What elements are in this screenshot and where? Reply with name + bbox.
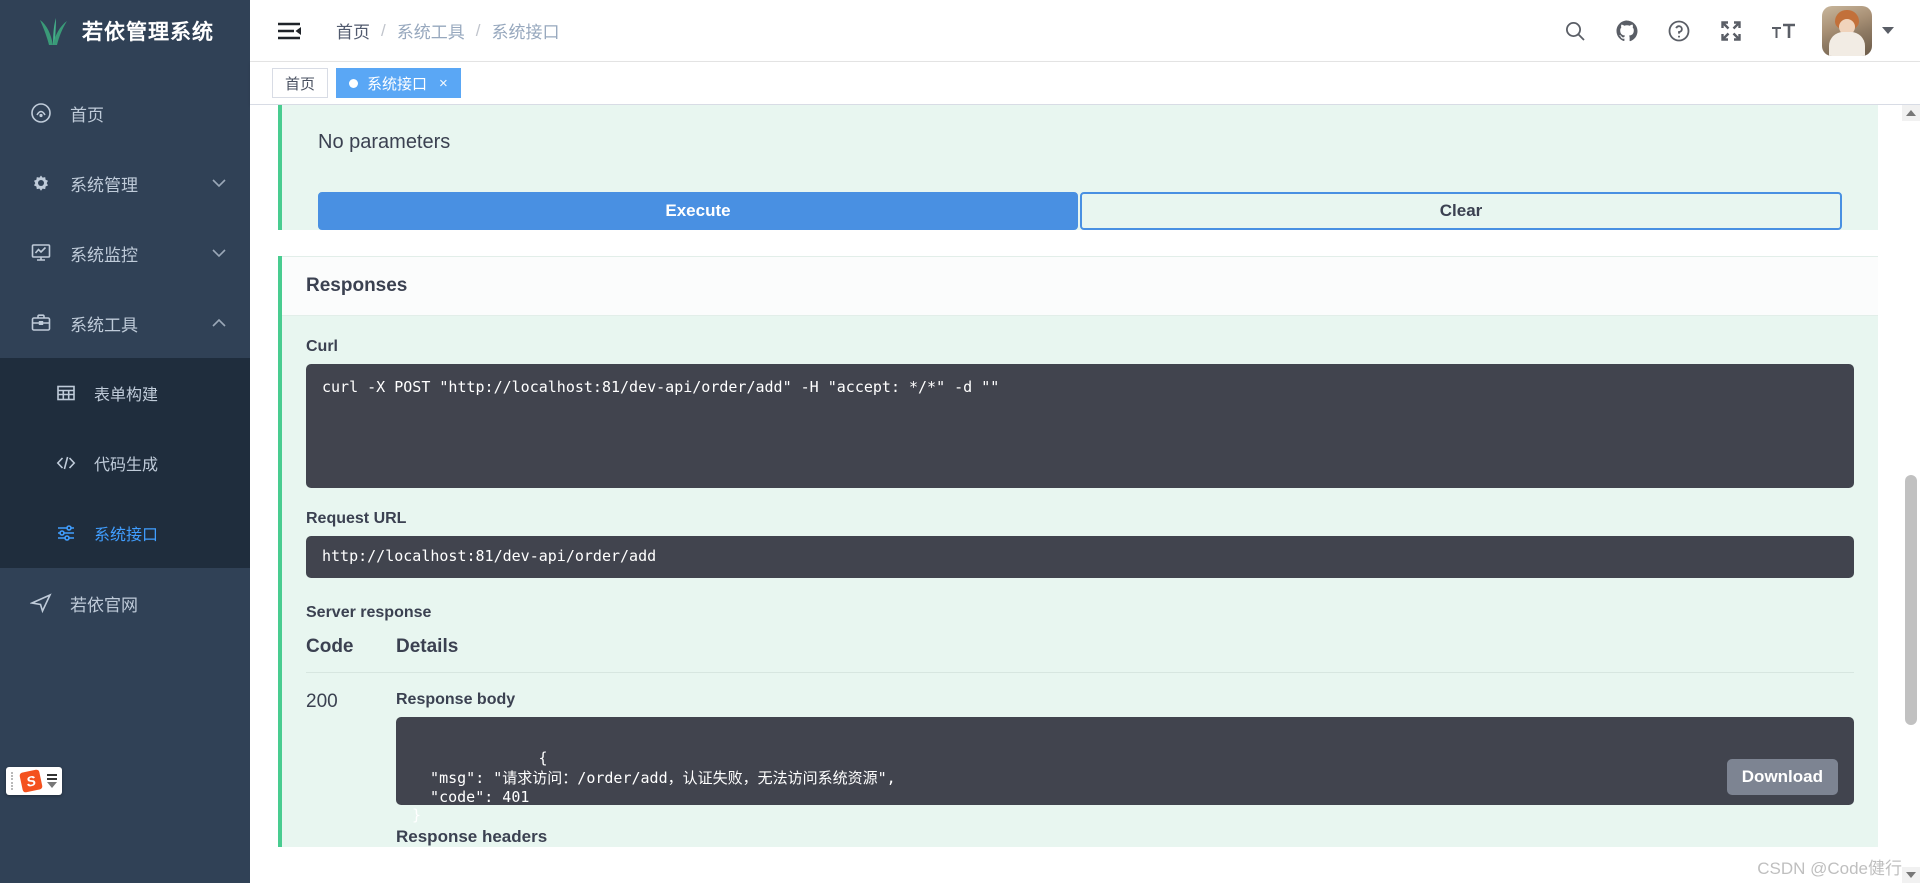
tab-home[interactable]: 首页 bbox=[272, 68, 329, 98]
github-icon[interactable] bbox=[1614, 18, 1640, 44]
keyboard-toggle-icon[interactable] bbox=[47, 774, 57, 788]
monitor-icon bbox=[30, 242, 56, 264]
responses-header-bar: Responses bbox=[278, 256, 1878, 316]
chevron-down-icon bbox=[212, 248, 226, 258]
avatar[interactable] bbox=[1822, 5, 1872, 56]
close-icon[interactable]: × bbox=[439, 76, 448, 91]
sidebar-item-system-tools[interactable]: 系统工具 bbox=[0, 288, 250, 358]
curl-label: Curl bbox=[306, 338, 338, 355]
response-code: 200 bbox=[306, 691, 338, 712]
font-size-icon[interactable] bbox=[1770, 18, 1796, 44]
paper-plane-icon bbox=[30, 592, 56, 614]
briefcase-icon bbox=[30, 312, 56, 334]
request-url-box[interactable]: http://localhost:81/dev-api/order/add bbox=[306, 536, 1854, 578]
chevron-down-icon bbox=[212, 178, 226, 188]
sidebar: 若依管理系统 首页 系统管理 系统监控 系统工具 表单构建 代码生成 系统接口 … bbox=[0, 0, 250, 883]
sogou-input-badge[interactable]: S bbox=[6, 767, 62, 795]
sidebar-item-system-monitor-label: 系统监控 bbox=[70, 245, 138, 265]
table-row: 200 Response body { "msg": "请求访问：/order/… bbox=[306, 673, 1854, 847]
curl-command-text: curl -X POST "http://localhost:81/dev-ap… bbox=[322, 378, 1000, 396]
execute-button[interactable]: Execute bbox=[318, 192, 1078, 230]
sidebar-item-ruoyi-website-label: 若依官网 bbox=[70, 595, 138, 615]
response-table: Code Details 200 Response body { "msg": … bbox=[306, 636, 1854, 847]
curl-command-box[interactable]: curl -X POST "http://localhost:81/dev-ap… bbox=[306, 364, 1854, 488]
active-tab-dot-icon bbox=[349, 78, 359, 88]
top-header: 首页 / 系统工具 / 系统接口 bbox=[250, 0, 1920, 62]
drag-handle-icon[interactable] bbox=[11, 772, 15, 790]
breadcrumb-separator: / bbox=[381, 20, 386, 40]
responses-body: Curl curl -X POST "http://localhost:81/d… bbox=[278, 316, 1878, 847]
tags-view: 首页 系统接口 × bbox=[250, 62, 1920, 105]
sogou-logo-icon[interactable]: S bbox=[19, 769, 43, 793]
hamburger-icon[interactable] bbox=[276, 21, 302, 41]
tab-system-interface-label: 系统接口 bbox=[367, 75, 428, 93]
breadcrumb-item-0[interactable]: 首页 bbox=[336, 18, 370, 43]
fullscreen-icon[interactable] bbox=[1718, 18, 1744, 44]
sidebar-item-system-interface-label: 系统接口 bbox=[94, 527, 159, 544]
execute-button-row: Execute Clear bbox=[318, 192, 1842, 230]
scroll-up-arrow-icon[interactable] bbox=[1902, 105, 1920, 121]
response-table-header: Code Details bbox=[306, 636, 1854, 673]
responses-title: Responses bbox=[306, 275, 408, 296]
sidebar-item-form-builder-label: 表单构建 bbox=[94, 387, 159, 404]
sidebar-item-system-management-label: 系统管理 bbox=[70, 175, 138, 195]
sidebar-item-ruoyi-website[interactable]: 若依官网 bbox=[0, 568, 250, 638]
help-icon[interactable] bbox=[1666, 18, 1692, 44]
sidebar-logo[interactable]: 若依管理系统 bbox=[0, 0, 250, 62]
response-body-text: { "msg": "请求访问：/order/add，认证失败，无法访问系统资源"… bbox=[412, 749, 896, 824]
grass-logo-icon bbox=[36, 16, 70, 46]
scroll-down-arrow-icon[interactable] bbox=[1902, 867, 1920, 883]
column-header-code: Code bbox=[306, 636, 354, 657]
sidebar-item-form-builder[interactable]: 表单构建 bbox=[0, 358, 250, 428]
sidebar-item-system-interface[interactable]: 系统接口 bbox=[0, 498, 250, 568]
sidebar-item-system-management[interactable]: 系统管理 bbox=[0, 148, 250, 218]
chevron-down-icon[interactable] bbox=[1882, 27, 1894, 34]
code-icon bbox=[56, 453, 80, 473]
main-content: No parameters Execute Clear Responses Cu… bbox=[250, 105, 1920, 883]
download-button[interactable]: Download bbox=[1726, 759, 1838, 795]
table-icon bbox=[56, 383, 80, 403]
dashboard-icon bbox=[30, 102, 56, 124]
sidebar-item-home-label: 首页 bbox=[70, 105, 104, 125]
request-url-text: http://localhost:81/dev-api/order/add bbox=[322, 547, 657, 565]
column-header-details: Details bbox=[396, 636, 459, 657]
sidebar-item-system-monitor[interactable]: 系统监控 bbox=[0, 218, 250, 288]
sidebar-item-code-generation-label: 代码生成 bbox=[94, 457, 159, 474]
sidebar-menu: 首页 系统管理 系统监控 系统工具 表单构建 代码生成 系统接口 若依官网 bbox=[0, 62, 250, 638]
sliders-icon bbox=[56, 523, 80, 543]
sidebar-submenu-system-tools: 表单构建 代码生成 系统接口 bbox=[0, 358, 250, 568]
swagger-scroll-area: No parameters Execute Clear Responses Cu… bbox=[250, 105, 1902, 883]
clear-button[interactable]: Clear bbox=[1080, 192, 1842, 230]
no-parameters-text: No parameters bbox=[318, 131, 451, 153]
response-body-label: Response body bbox=[396, 691, 516, 708]
execute-section: No parameters Execute Clear bbox=[278, 105, 1878, 230]
response-body-box[interactable]: { "msg": "请求访问：/order/add，认证失败，无法访问系统资源"… bbox=[396, 717, 1854, 824]
response-details: Response body { "msg": "请求访问：/order/add，… bbox=[396, 691, 1854, 847]
vertical-scrollbar[interactable] bbox=[1902, 105, 1920, 883]
request-url-label: Request URL bbox=[306, 510, 407, 527]
tab-home-label: 首页 bbox=[285, 75, 316, 93]
gear-icon bbox=[30, 172, 56, 194]
header-actions bbox=[1562, 5, 1920, 56]
breadcrumb-separator: / bbox=[475, 20, 481, 40]
avatar-menu[interactable] bbox=[1822, 5, 1894, 56]
sidebar-item-system-tools-label: 系统工具 bbox=[70, 315, 138, 335]
sidebar-logo-text: 若依管理系统 bbox=[82, 21, 214, 44]
server-response-label: Server response bbox=[306, 604, 432, 621]
breadcrumb: 首页 / 系统工具 / 系统接口 bbox=[336, 18, 559, 43]
scrollbar-thumb[interactable] bbox=[1905, 475, 1917, 725]
tab-system-interface[interactable]: 系统接口 × bbox=[336, 68, 461, 98]
sidebar-item-code-generation[interactable]: 代码生成 bbox=[0, 428, 250, 498]
chevron-up-icon bbox=[212, 318, 226, 328]
response-headers-label: Response headers bbox=[396, 827, 1854, 847]
breadcrumb-item-1: 系统工具 bbox=[396, 23, 465, 42]
sidebar-item-home[interactable]: 首页 bbox=[0, 78, 250, 148]
search-icon[interactable] bbox=[1562, 18, 1588, 44]
breadcrumb-item-2: 系统接口 bbox=[491, 23, 560, 42]
